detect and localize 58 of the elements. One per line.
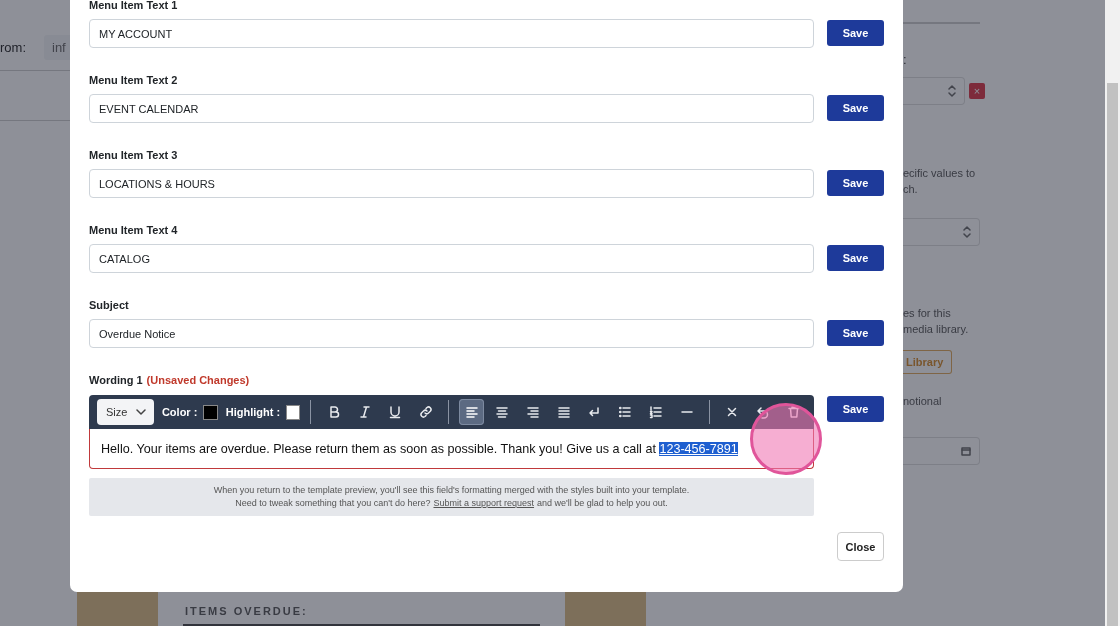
save-button[interactable]: Save (827, 245, 884, 271)
bullet-list-icon (618, 405, 633, 419)
highlight-swatch[interactable] (286, 404, 301, 420)
chevron-down-icon (135, 409, 146, 415)
checkbox-label: notional (903, 395, 943, 407)
description-text: ecific values to (903, 166, 977, 181)
support-link[interactable]: Submit a support request (433, 497, 535, 510)
trash-icon (786, 405, 801, 419)
section-heading: ITEMS OVERDUE: (185, 605, 308, 617)
color-swatch[interactable] (203, 404, 218, 420)
field-label: Subject (89, 298, 130, 313)
return-icon (587, 405, 602, 419)
note-text: Need to tweak something that you can't do here? (235, 497, 431, 510)
text-input[interactable]: Overdue Notice (89, 319, 814, 348)
undo-icon (756, 405, 771, 419)
calendar-icon (961, 446, 971, 456)
note-text: and we'll be glad to help you out. (537, 497, 668, 510)
field-label: Menu Item Text 1 (89, 0, 179, 13)
highlight-label: Highlight : (225, 406, 281, 418)
description-text: es for this (903, 306, 952, 321)
selected-link[interactable]: 123-456-7891 (659, 441, 738, 456)
color-label: Color : (161, 406, 198, 418)
align-left-icon (464, 405, 479, 419)
text-input[interactable]: CATALOG (89, 244, 814, 273)
close-button[interactable]: Close (837, 532, 884, 561)
justify-icon (556, 405, 571, 419)
save-button[interactable]: Save (827, 396, 884, 422)
underline-icon (388, 405, 403, 419)
field-label: Menu Item Text 3 (89, 148, 179, 163)
chevron-updown-icon (948, 85, 956, 97)
italic-icon (357, 405, 372, 419)
save-button[interactable]: Save (827, 170, 884, 196)
field-label: Menu Item Text 2 (89, 73, 179, 88)
save-button[interactable]: Save (827, 320, 884, 346)
save-button[interactable]: Save (827, 95, 884, 121)
align-right-icon (526, 405, 541, 419)
link-icon (418, 405, 433, 419)
text-input[interactable]: EVENT CALENDAR (89, 94, 814, 123)
description-text: ch. (903, 182, 919, 197)
text-editor[interactable]: Hello. Your items are overdue. Please return them as soon as possible. Thank you! Give us a call at 123-456-7891 (89, 429, 814, 469)
field-label: : (903, 52, 907, 67)
scrollbar[interactable] (1105, 0, 1120, 626)
editor-text: Hello. Your items are overdue. Please return them as soon as possible. Thank you! Give us a call at 123-456-7891 (101, 441, 738, 456)
note-text: When you return to the template preview, you'll see this field's formatting merged with the styles built into your template. (213, 484, 690, 497)
chevron-updown-icon (963, 226, 971, 238)
align-left-button[interactable] (459, 399, 484, 425)
field-label: Wording 1 (89, 373, 143, 388)
save-button[interactable]: Save (827, 20, 884, 46)
align-center-icon (495, 405, 510, 419)
from-label: rom: (0, 39, 26, 55)
text-input[interactable]: MY ACCOUNT (89, 19, 814, 48)
description-text: media library. (903, 322, 970, 337)
size-dropdown[interactable]: Size (97, 399, 154, 425)
field-label: Menu Item Text 4 (89, 223, 179, 238)
text-input[interactable]: LOCATIONS & HOURS (89, 169, 814, 198)
numbered-list-icon (648, 405, 663, 419)
unsaved-status: (Unsaved Changes) (146, 373, 250, 388)
scrollbar-thumb[interactable] (1107, 83, 1118, 626)
